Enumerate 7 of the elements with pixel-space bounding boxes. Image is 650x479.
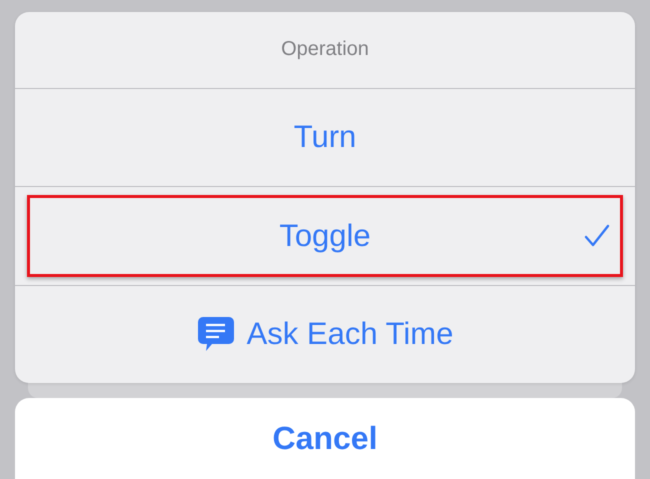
- option-button[interactable]: Turn: [27, 96, 623, 178]
- sheet-title: Operation: [280, 37, 370, 62]
- message-bubble-icon: [196, 316, 235, 352]
- option-button[interactable]: Ask Each Time: [27, 294, 623, 376]
- option-button[interactable]: Toggle: [27, 195, 623, 277]
- checkmark-icon: [584, 224, 610, 248]
- cancel-button[interactable]: Cancel: [15, 398, 635, 479]
